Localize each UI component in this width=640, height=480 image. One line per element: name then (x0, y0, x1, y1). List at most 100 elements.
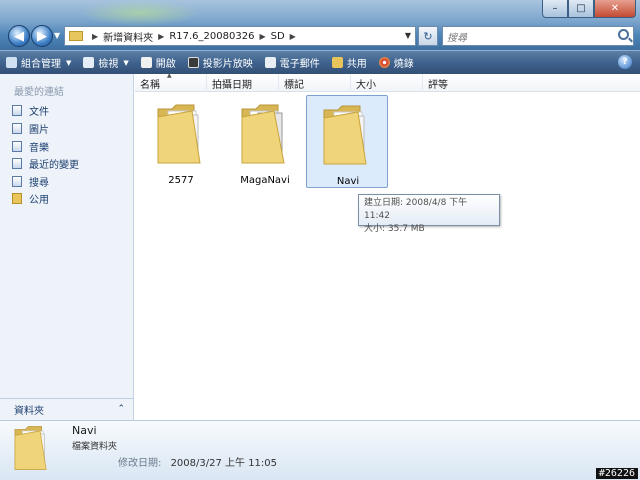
sidebar-item-music[interactable]: 音樂 (12, 139, 49, 154)
file-list[interactable]: 2577 MagaNavi Navi (135, 92, 640, 420)
views-button[interactable]: 檢視 ▼ (83, 55, 129, 70)
folder-item[interactable]: 2577 (140, 95, 222, 191)
chevron-down-icon: ▼ (123, 58, 129, 67)
column-header-size[interactable]: 大小 (351, 74, 423, 92)
tooltip-size: 大小: 35.7 MB (364, 224, 425, 234)
help-button[interactable]: ? (618, 55, 632, 69)
folder-icon (69, 31, 83, 41)
search-placeholder: 搜尋 (447, 32, 467, 44)
views-icon (83, 57, 95, 68)
email-button[interactable]: 電子郵件 (264, 55, 320, 70)
sidebar-item-pictures[interactable]: 圖片 (12, 121, 49, 136)
folder-icon (241, 104, 285, 164)
folder-icon (14, 426, 47, 470)
back-button[interactable]: ◀ (8, 25, 30, 47)
share-icon (331, 57, 343, 68)
organize-label: 組合管理 (21, 59, 61, 70)
search-icon[interactable] (618, 29, 629, 40)
search-input[interactable]: 搜尋 (442, 26, 634, 46)
column-label: 拍攝日期 (212, 79, 252, 91)
column-label: 名稱 (140, 79, 160, 91)
item-tooltip: 建立日期: 2008/4/8 下午 11:42 大小: 35.7 MB (358, 194, 500, 234)
sidebar-item-searches[interactable]: 搜尋 (12, 174, 49, 189)
details-pane: Navi 檔案資料夾 修改日期: 2008/3/27 上午 11:05 #262… (0, 420, 640, 480)
sidebar-item-label: 圖片 (29, 125, 49, 136)
folder-item[interactable]: MagaNavi (224, 95, 306, 191)
documents-icon (12, 105, 22, 116)
sidebar-item-label: 最近的變更 (29, 160, 79, 171)
details-modified-value: 2008/3/27 上午 11:05 (170, 458, 278, 469)
column-header-rating[interactable]: 評等 (423, 74, 495, 92)
sidebar-item-label: 搜尋 (29, 178, 49, 189)
sidebar-item-label: 公用 (29, 195, 49, 206)
organize-icon (6, 57, 17, 68)
sidebar-item-recent-changes[interactable]: 最近的變更 (12, 156, 79, 171)
maximize-button[interactable]: □ (568, 0, 594, 18)
column-label: 評等 (428, 79, 448, 91)
email-icon (264, 57, 276, 68)
chevron-up-icon[interactable]: ⌃ (117, 404, 125, 414)
window-controls: – □ ✕ (542, 0, 636, 18)
open-icon (140, 57, 152, 68)
column-header-tags[interactable]: 標記 (279, 74, 351, 92)
sort-up-icon: ▲ (167, 72, 172, 79)
email-label: 電子郵件 (279, 59, 320, 70)
favorite-links-heading: 最愛的連結 (14, 87, 64, 98)
public-folder-icon (12, 193, 22, 204)
sidebar-item-label: 文件 (29, 107, 49, 118)
column-header-date-taken[interactable]: 拍攝日期 (207, 74, 279, 92)
command-bar: 組合管理 ▼ 檢視 ▼ 開啟 投影片放映 電子郵件 共用 燒錄 ? (0, 50, 640, 74)
navigation-pane: 最愛的連結 文件 圖片 音樂 最近的變更 搜尋 公用 資料夾 ⌃ (0, 74, 134, 420)
refresh-button[interactable]: ↻ (418, 26, 438, 46)
minimize-button[interactable]: – (542, 0, 568, 18)
close-button[interactable]: ✕ (594, 0, 636, 18)
recent-pages-dropdown[interactable]: ▼ (54, 31, 60, 40)
folders-toggle[interactable]: 資料夾 ⌃ (0, 398, 133, 420)
burn-button[interactable]: 燒錄 (378, 55, 414, 70)
forward-button[interactable]: ▶ (31, 25, 53, 47)
address-bar[interactable]: ▶ 新增資料夾 ▶ R17.6_20080326 ▶ SD ▶ ▼ (64, 26, 416, 46)
details-name: Navi (72, 424, 97, 437)
share-label: 共用 (346, 59, 367, 70)
chevron-right-icon[interactable]: ▶ (290, 32, 296, 41)
sidebar-item-label: 音樂 (29, 143, 49, 154)
open-button[interactable]: 開啟 (140, 55, 176, 70)
column-header-name[interactable]: 名稱 ▲ (135, 72, 207, 92)
searches-icon (12, 176, 22, 187)
burn-label: 燒錄 (393, 59, 414, 70)
folder-icon (157, 104, 201, 164)
title-bar: – □ ✕ ◀ ▶ ▼ ▶ 新增資料夾 ▶ R17.6_20080326 ▶ S… (0, 0, 640, 50)
slideshow-icon (187, 57, 199, 68)
pictures-icon (12, 123, 22, 134)
column-label: 標記 (284, 79, 304, 91)
details-modified: 修改日期: 2008/3/27 上午 11:05 (118, 454, 277, 469)
tooltip-created: 建立日期: 2008/4/8 下午 11:42 (364, 198, 468, 221)
details-modified-key: 修改日期: (118, 458, 162, 469)
organize-button[interactable]: 組合管理 ▼ (6, 55, 71, 70)
sidebar-item-public[interactable]: 公用 (12, 191, 49, 206)
file-name: Navi (336, 176, 360, 187)
chevron-right-icon[interactable]: ▶ (92, 32, 98, 41)
folder-icon (323, 105, 367, 165)
recent-changes-icon (12, 158, 22, 169)
chevron-right-icon[interactable]: ▶ (259, 32, 265, 41)
music-icon (12, 141, 22, 152)
breadcrumb-item[interactable]: R17.6_20080326 (169, 31, 254, 42)
folder-item-selected[interactable]: Navi (306, 95, 388, 188)
details-type: 檔案資料夾 (72, 442, 118, 452)
share-button[interactable]: 共用 (331, 55, 367, 70)
breadcrumb-item[interactable]: 新增資料夾 (103, 29, 153, 44)
column-label: 大小 (356, 79, 376, 91)
file-name: MagaNavi (240, 175, 290, 186)
folders-label: 資料夾 (14, 406, 44, 417)
open-label: 開啟 (155, 59, 176, 70)
views-label: 檢視 (98, 59, 119, 70)
chevron-right-icon[interactable]: ▶ (158, 32, 164, 41)
sidebar-item-documents[interactable]: 文件 (12, 103, 49, 118)
breadcrumb-item[interactable]: SD (271, 31, 285, 42)
file-name: 2577 (168, 175, 194, 186)
chevron-down-icon[interactable]: ▼ (405, 31, 411, 40)
burn-icon (378, 57, 390, 68)
slideshow-button[interactable]: 投影片放映 (187, 55, 253, 70)
watermark: #26226 (595, 468, 638, 479)
